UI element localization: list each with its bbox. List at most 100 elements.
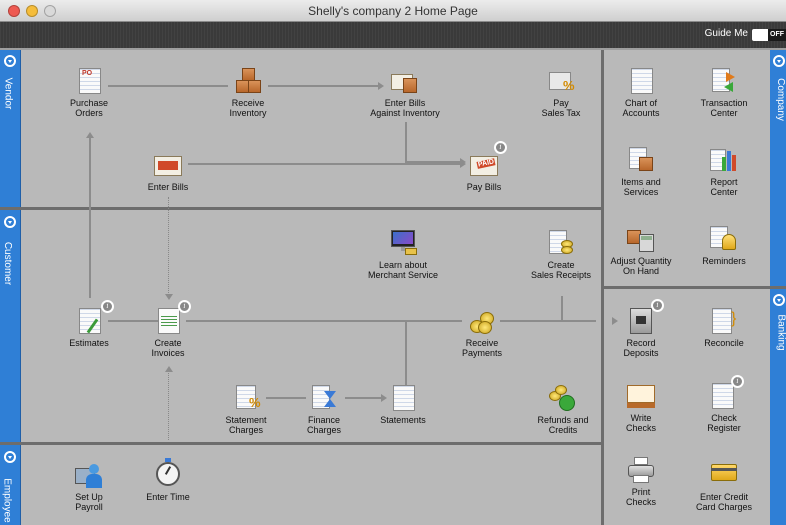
refunds-credits-button[interactable]: Refunds and Credits: [518, 385, 608, 435]
enter-credit-card-charges-button[interactable]: Enter Credit Card Charges: [679, 462, 769, 512]
reminders-icon: [710, 226, 738, 252]
reconcile-label: Reconcile: [704, 338, 744, 348]
collapse-icon: [773, 294, 785, 306]
vendor-section-label: Vendor: [2, 77, 14, 110]
check-register-label: Check Register: [707, 413, 741, 433]
pay-sales-tax-button[interactable]: % Pay Sales Tax: [516, 68, 606, 118]
write-checks-label: Write Checks: [625, 413, 656, 433]
window-title: Shelly's company 2 Home Page: [308, 4, 478, 18]
info-icon[interactable]: i: [494, 141, 507, 154]
statement-charges-label: Statement Charges: [225, 415, 267, 435]
learn-merchant-service-label: Learn about Merchant Service: [367, 260, 439, 280]
adjust-quantity-button[interactable]: Adjust Quantity On Hand: [596, 226, 686, 276]
purchase-orders-label: Purchase Orders: [69, 98, 109, 118]
chart-of-accounts-label: Chart of Accounts: [622, 98, 660, 118]
info-icon[interactable]: i: [101, 300, 114, 313]
payroll-icon: [75, 462, 103, 488]
po-text: PO: [82, 70, 93, 77]
flow-arrow: [86, 132, 94, 138]
items-services-icon: [627, 147, 655, 173]
guide-me-label: Guide Me: [704, 28, 748, 39]
divider: [604, 286, 786, 289]
purchase-order-icon: PO: [75, 68, 103, 94]
finance-charges-button[interactable]: Finance Charges: [279, 385, 369, 435]
record-deposits-button[interactable]: Record Deposits: [596, 308, 686, 358]
customer-section-label: Customer: [2, 241, 14, 286]
company-section-tab[interactable]: Company: [770, 50, 786, 286]
banking-section-label: Banking: [775, 314, 786, 351]
chart-of-accounts-icon: [627, 68, 655, 94]
coins-icon: [468, 308, 496, 334]
enter-bills-against-inventory-button[interactable]: Enter Bills Against Inventory: [360, 68, 450, 118]
pay-bills-button[interactable]: PAID Pay Bills: [439, 152, 529, 192]
statements-icon: [389, 385, 417, 411]
employee-section-tab[interactable]: Employee: [0, 445, 21, 525]
items-services-button[interactable]: Items and Services: [596, 147, 686, 197]
sales-tax-icon: %: [547, 68, 575, 94]
divider: [0, 442, 601, 445]
receive-payments-button[interactable]: Receive Payments: [437, 308, 527, 358]
reconcile-button[interactable]: } Reconcile: [679, 308, 769, 348]
report-center-button[interactable]: Report Center: [679, 147, 769, 197]
bills-inventory-icon: [391, 68, 419, 94]
credit-card-icon: [710, 462, 738, 488]
estimates-label: Estimates: [69, 338, 109, 348]
estimates-button[interactable]: Estimates: [44, 308, 134, 348]
create-sales-receipts-label: Create Sales Receipts: [530, 260, 592, 280]
info-icon[interactable]: i: [178, 300, 191, 313]
flow-line: [188, 163, 460, 165]
create-invoices-label: Create Invoices: [151, 338, 185, 358]
flow-line: [561, 296, 563, 321]
enter-time-button[interactable]: Enter Time: [123, 458, 213, 502]
enter-bills-button[interactable]: Enter Bills: [123, 152, 213, 192]
setup-payroll-button[interactable]: Set Up Payroll: [44, 462, 134, 512]
toggle-off-label: OFF: [768, 29, 786, 41]
transaction-center-icon: [710, 68, 738, 94]
reconcile-icon: }: [710, 308, 738, 334]
finance-charges-label: Finance Charges: [306, 415, 342, 435]
print-checks-button[interactable]: Print Checks: [596, 457, 686, 507]
report-center-label: Report Center: [710, 177, 738, 197]
inventory-boxes-icon: [234, 68, 262, 94]
flow-line: [186, 320, 462, 322]
learn-merchant-service-button[interactable]: Learn about Merchant Service: [358, 230, 448, 280]
customer-section-tab[interactable]: Customer: [0, 210, 21, 442]
guide-me-toggle[interactable]: OFF: [752, 29, 786, 41]
invoice-icon: [154, 308, 182, 334]
statements-button[interactable]: Statements: [358, 385, 448, 425]
reminders-button[interactable]: Reminders: [679, 226, 769, 266]
paid-bill-icon: PAID: [470, 152, 498, 178]
info-icon[interactable]: i: [731, 375, 744, 388]
collapse-icon: [4, 451, 16, 463]
statement-charges-button[interactable]: % Statement Charges: [201, 385, 291, 435]
enter-credit-card-charges-label: Enter Credit Card Charges: [695, 492, 753, 512]
transaction-center-label: Transaction Center: [700, 98, 748, 118]
window-titlebar: Shelly's company 2 Home Page: [0, 0, 786, 22]
print-checks-label: Print Checks: [625, 487, 656, 507]
write-checks-button[interactable]: Write Checks: [596, 383, 686, 433]
receive-inventory-button[interactable]: Receive Inventory: [203, 68, 293, 118]
enter-time-label: Enter Time: [146, 492, 190, 502]
pay-bills-label: Pay Bills: [466, 182, 502, 192]
purchase-orders-button[interactable]: PO Purchase Orders: [44, 68, 134, 118]
collapse-icon: [4, 216, 16, 228]
info-icon[interactable]: i: [651, 299, 664, 312]
create-sales-receipts-button[interactable]: Create Sales Receipts: [516, 230, 606, 280]
percent-text: %: [249, 395, 261, 410]
check-register-button[interactable]: Check Register: [679, 383, 769, 433]
items-services-label: Items and Services: [621, 177, 661, 197]
flow-dotted-line: [168, 370, 169, 440]
stopwatch-icon: [154, 458, 182, 488]
adjust-quantity-label: Adjust Quantity On Hand: [610, 256, 672, 276]
banking-section-tab[interactable]: Banking: [770, 289, 786, 525]
flow-arrow: [165, 366, 173, 372]
receive-payments-label: Receive Payments: [461, 338, 503, 358]
pay-sales-tax-label: Pay Sales Tax: [541, 98, 581, 118]
envelope-icon: [154, 152, 182, 178]
chart-of-accounts-button[interactable]: Chart of Accounts: [596, 68, 686, 118]
transaction-center-button[interactable]: Transaction Center: [679, 68, 769, 118]
flow-dotted-line: [168, 197, 169, 297]
vendor-section-tab[interactable]: Vendor: [0, 50, 21, 207]
create-invoices-button[interactable]: Create Invoices: [123, 308, 213, 358]
collapse-icon: [773, 55, 785, 67]
